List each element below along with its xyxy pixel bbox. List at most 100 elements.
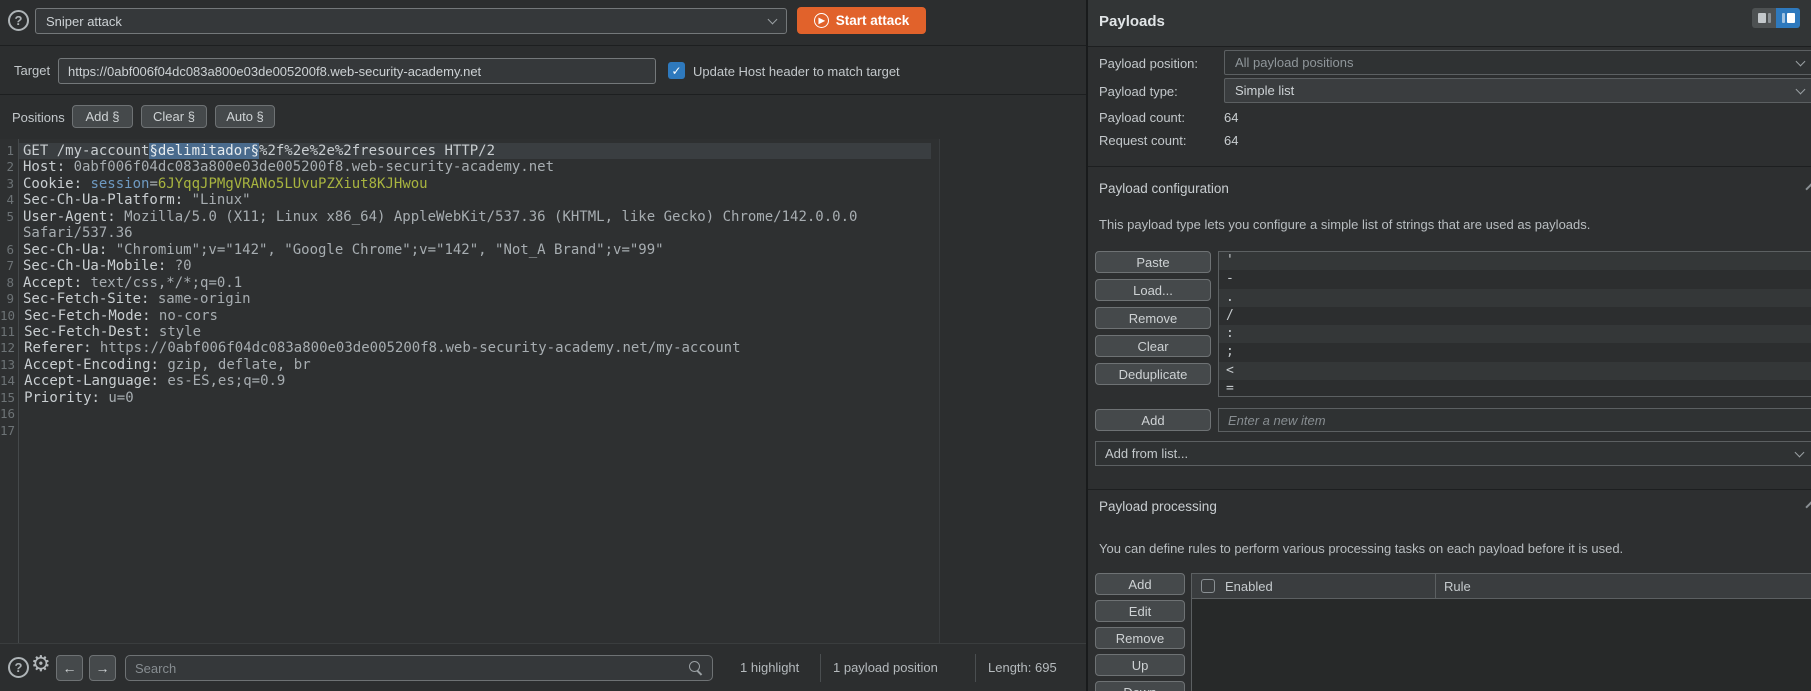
line-number: 1 — [0, 143, 18, 159]
request-line[interactable]: 4Sec-Ch-Ua-Platform: "Linux" — [0, 192, 931, 208]
update-host-checkbox[interactable]: ✓ — [668, 62, 685, 79]
chevron-down-icon — [768, 14, 778, 24]
request-line[interactable]: 11Sec-Fetch-Dest: style — [0, 324, 931, 340]
payloads-title: Payloads — [1099, 13, 1165, 30]
request-line[interactable]: 2Host: 0abf006f04dc083a800e03de005200f8.… — [0, 159, 931, 175]
line-number: 11 — [0, 324, 19, 340]
line-number: 3 — [0, 176, 18, 192]
target-url-input[interactable] — [58, 58, 656, 84]
line-number: 15 — [0, 390, 19, 406]
editor-status-bar: ? ⚙ ← → 1 highlight 1 payload position L… — [0, 643, 1086, 691]
request-line[interactable]: 5User-Agent: Mozilla/5.0 (X11; Linux x86… — [0, 209, 931, 242]
request-line[interactable]: 9Sec-Fetch-Site: same-origin — [0, 291, 931, 307]
request-line[interactable]: 7Sec-Ch-Ua-Mobile: ?0 — [0, 258, 931, 274]
payload-position-count: 1 payload position — [833, 660, 938, 675]
request-line[interactable]: 14Accept-Language: es-ES,es;q=0.9 — [0, 373, 931, 389]
payload-configuration-title: Payload configuration — [1099, 181, 1229, 196]
help-icon[interactable]: ? — [8, 657, 29, 678]
help-icon[interactable]: ? — [8, 10, 29, 31]
payload-type-label: Payload type: — [1099, 84, 1178, 99]
length-indicator: Length: 695 — [988, 660, 1057, 675]
payload-list-item[interactable]: - — [1219, 270, 1811, 288]
request-count-value: 64 — [1224, 133, 1238, 148]
burp-intruder-window: ? Sniper attack ▶ Start attack Target ✓ … — [0, 0, 1811, 691]
start-attack-button[interactable]: ▶ Start attack — [797, 7, 926, 34]
processing-up-button[interactable]: Up — [1095, 654, 1185, 676]
request-editor-lines: 1GET /my-account§delimitador§%2f%2e%2e%2… — [0, 143, 931, 439]
layout-right-toggle-icon[interactable] — [1776, 8, 1800, 28]
payloads-header: Payloads — [1088, 0, 1811, 47]
line-number: 16 — [0, 406, 19, 422]
payload-list-item[interactable]: / — [1219, 307, 1811, 325]
request-editor[interactable]: 1GET /my-account§delimitador§%2f%2e%2e%2… — [0, 139, 940, 643]
enabled-checkbox[interactable] — [1201, 579, 1215, 593]
paste-button[interactable]: Paste — [1095, 251, 1211, 273]
clear-button[interactable]: Clear — [1095, 335, 1211, 357]
processing-remove-button[interactable]: Remove — [1095, 627, 1185, 649]
rule-column-header: Rule — [1444, 579, 1471, 594]
payload-position-label: Payload position: — [1099, 56, 1198, 71]
request-line[interactable]: 8Accept: text/css,*/*;q=0.1 — [0, 275, 931, 291]
request-line[interactable]: 16 — [0, 406, 931, 422]
add-from-list-value: Add from list... — [1105, 446, 1188, 461]
add-button[interactable]: Add — [1095, 409, 1211, 431]
attack-type-select[interactable]: Sniper attack — [35, 8, 787, 34]
payload-type-select[interactable]: Simple list — [1224, 78, 1811, 103]
new-item-input[interactable] — [1218, 408, 1811, 432]
payload-list-item[interactable]: . — [1219, 289, 1811, 307]
payload-position-marker[interactable]: §delimitador§ — [149, 143, 259, 159]
payload-list[interactable]: '-./:;<= — [1218, 251, 1811, 397]
request-line[interactable]: 3Cookie: session=6JYqqJPMgVRANo5LUvuPZXi… — [0, 176, 931, 192]
processing-add-button[interactable]: Add — [1095, 573, 1185, 595]
add-from-list-select[interactable]: Add from list... — [1095, 441, 1811, 466]
request-line-text: Referer: https://0abf006f04dc083a800e03d… — [19, 340, 931, 356]
collapse-section-icon[interactable] — [1805, 183, 1811, 194]
processing-table-header: Enabled Rule — [1192, 574, 1811, 599]
request-line[interactable]: 10Sec-Fetch-Mode: no-cors — [0, 308, 931, 324]
processing-edit-button[interactable]: Edit — [1095, 600, 1185, 622]
request-line[interactable]: 6Sec-Ch-Ua: "Chromium";v="142", "Google … — [0, 242, 931, 258]
payload-list-item[interactable]: < — [1219, 362, 1811, 380]
payload-list-item[interactable]: ; — [1219, 343, 1811, 361]
payloads-panel: Payloads Payload position: All payload p… — [1086, 0, 1811, 691]
payload-list-item[interactable]: ' — [1219, 252, 1811, 270]
next-match-button[interactable]: → — [89, 655, 116, 681]
search-input[interactable] — [126, 656, 712, 680]
search-box — [125, 655, 713, 681]
request-line[interactable]: 13Accept-Encoding: gzip, deflate, br — [0, 357, 931, 373]
chevron-down-icon — [1796, 85, 1806, 95]
load-button[interactable]: Load... — [1095, 279, 1211, 301]
gear-icon[interactable]: ⚙ — [31, 653, 51, 675]
auto-marker-button[interactable]: Auto § — [215, 105, 275, 128]
processing-down-button[interactable]: Down — [1095, 681, 1185, 691]
deduplicate-button[interactable]: Deduplicate — [1095, 363, 1211, 385]
previous-match-button[interactable]: ← — [56, 655, 83, 681]
payload-count-value: 64 — [1224, 110, 1238, 125]
line-number: 9 — [0, 291, 18, 307]
start-attack-label: Start attack — [836, 13, 910, 28]
enabled-column-header: Enabled — [1225, 579, 1273, 594]
line-number: 12 — [0, 340, 19, 356]
request-line[interactable]: 1GET /my-account§delimitador§%2f%2e%2e%2… — [0, 143, 931, 159]
attack-config-panel: ? Sniper attack ▶ Start attack Target ✓ … — [0, 0, 1086, 691]
line-number: 13 — [0, 357, 19, 373]
search-icon[interactable] — [689, 661, 704, 676]
attack-bar: ? Sniper attack ▶ Start attack — [0, 0, 1086, 46]
remove-button[interactable]: Remove — [1095, 307, 1211, 329]
separator — [820, 654, 821, 682]
chevron-down-icon — [1795, 448, 1805, 458]
check-icon: ✓ — [671, 64, 681, 78]
layout-left-toggle-icon[interactable] — [1752, 8, 1776, 28]
request-line[interactable]: 12Referer: https://0abf006f04dc083a800e0… — [0, 340, 931, 356]
payload-list-item[interactable]: : — [1219, 325, 1811, 343]
clear-marker-button[interactable]: Clear § — [141, 105, 207, 128]
payload-position-select[interactable]: All payload positions — [1224, 50, 1811, 75]
request-line[interactable]: 17 — [0, 423, 931, 439]
collapse-section-icon[interactable] — [1805, 501, 1811, 512]
line-number: 4 — [0, 192, 18, 208]
request-line[interactable]: 15Priority: u=0 — [0, 390, 931, 406]
request-line-text: Sec-Fetch-Mode: no-cors — [19, 308, 931, 324]
add-marker-button[interactable]: Add § — [72, 105, 133, 128]
payload-list-item[interactable]: = — [1219, 380, 1811, 397]
payload-type-value: Simple list — [1235, 83, 1294, 98]
